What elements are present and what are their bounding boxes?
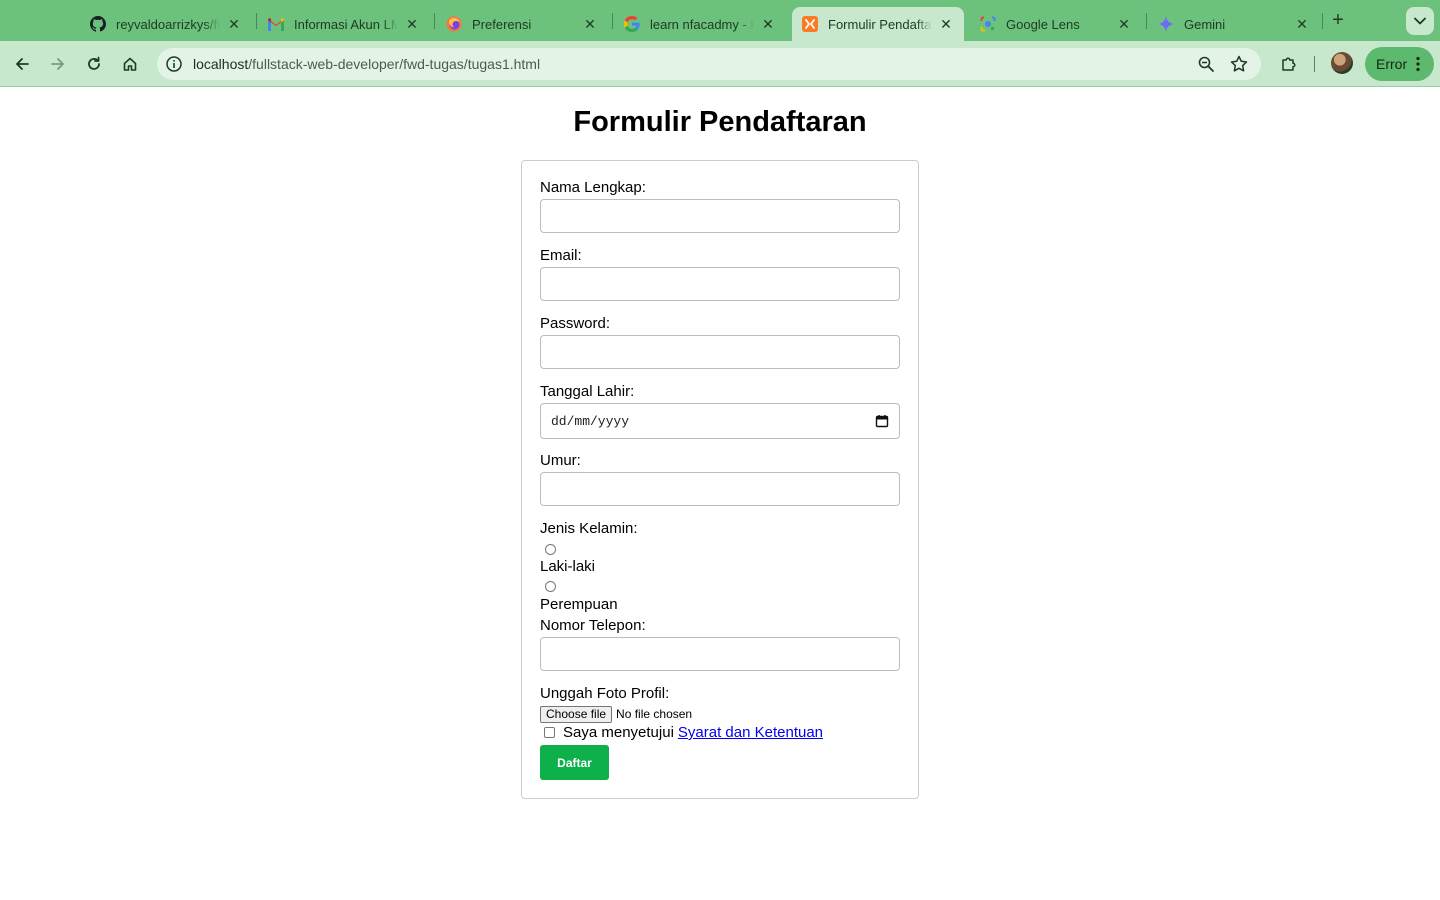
google-icon: [624, 16, 640, 32]
name-label: Nama Lengkap:: [540, 179, 646, 196]
tab-title: learn nfacadmy - P: [650, 16, 754, 32]
tab-title: Gemini: [1184, 16, 1226, 32]
photo-upload: Choose file No file chosen: [540, 705, 692, 723]
reload-icon: [88, 56, 100, 70]
gmail-icon: [268, 16, 284, 32]
tab-formulir-pendaftaran[interactable]: Formulir Pendaftaran ✕: [792, 7, 964, 41]
firefox-icon: [446, 16, 462, 32]
name-field[interactable]: [540, 199, 900, 233]
age-input[interactable]: [541, 473, 899, 505]
address-bar[interactable]: localhost/fullstack-web-developer/fwd-tu…: [157, 48, 1261, 80]
tab-separator: [612, 13, 613, 29]
gender-radio-female[interactable]: [545, 581, 556, 592]
tab-preferensi[interactable]: Preferensi ✕: [436, 7, 608, 41]
close-icon[interactable]: ✕: [582, 16, 598, 32]
github-icon: [90, 16, 106, 32]
terms-checkbox[interactable]: [544, 727, 555, 738]
email-label: Email:: [540, 247, 582, 264]
close-icon[interactable]: ✕: [404, 16, 420, 32]
site-info-icon[interactable]: [165, 55, 183, 73]
arrow-left-icon: [16, 58, 29, 70]
phone-input[interactable]: [541, 638, 899, 670]
tab-separator: [256, 13, 257, 29]
age-label: Umur:: [540, 452, 581, 469]
tab-title: reyvaldoarrizkys/fu: [116, 16, 220, 32]
calendar-icon[interactable]: [875, 414, 889, 428]
phone-label: Nomor Telepon:: [540, 617, 646, 634]
name-input[interactable]: [541, 200, 899, 232]
birthdate-placeholder: dd/mm/yyyy: [551, 413, 630, 429]
puzzle-icon: [1282, 57, 1296, 71]
tab-title: Preferensi: [472, 16, 532, 32]
terms-link[interactable]: Syarat dan Ketentuan: [678, 724, 823, 741]
submit-button[interactable]: Daftar: [540, 745, 609, 780]
password-field[interactable]: [540, 335, 900, 369]
profile-error-label: Error: [1376, 56, 1408, 72]
gender-label: Jenis Kelamin:: [540, 520, 638, 537]
new-tab-button[interactable]: +: [1326, 10, 1350, 32]
registration-form: Nama Lengkap: Email: Password: Tanggal L…: [521, 160, 919, 799]
gemini-icon: [1158, 16, 1174, 32]
address-url[interactable]: localhost/fullstack-web-developer/fwd-tu…: [193, 56, 540, 72]
tab-google-lens[interactable]: Google Lens ✕: [970, 7, 1142, 41]
close-icon[interactable]: ✕: [226, 16, 242, 32]
tab-strip: reyvaldoarrizkys/fu ✕ Informasi Akun LMS…: [0, 0, 1440, 41]
terms-agreement: Saya menyetujui Syarat dan Ketentuan: [544, 724, 823, 741]
profile-avatar[interactable]: [1331, 52, 1353, 74]
chevron-down-icon: [1414, 17, 1426, 25]
choose-file-button[interactable]: Choose file: [540, 705, 613, 723]
close-icon[interactable]: ✕: [1294, 16, 1310, 32]
tab-gmail[interactable]: Informasi Akun LMS ✕: [258, 7, 430, 41]
file-status: No file chosen: [616, 707, 693, 721]
close-icon[interactable]: ✕: [760, 16, 776, 32]
tab-gemini[interactable]: Gemini ✕: [1148, 7, 1320, 41]
bookmark-star-icon[interactable]: [1229, 54, 1249, 74]
browser-toolbar: localhost/fullstack-web-developer/fwd-tu…: [0, 41, 1440, 87]
email-field[interactable]: [540, 267, 900, 301]
tab-separator: [1322, 13, 1323, 29]
tab-title: Google Lens: [1006, 16, 1080, 32]
arrow-right-icon: [51, 58, 64, 70]
zoom-icon[interactable]: [1197, 55, 1215, 73]
forward-button[interactable]: [44, 50, 72, 78]
toolbar-divider: [1314, 56, 1315, 72]
gender-option-male: Laki-laki: [540, 558, 596, 575]
tab-title: Formulir Pendaftaran: [828, 16, 932, 32]
tab-separator: [1146, 13, 1147, 29]
tab-title: Informasi Akun LMS: [294, 16, 398, 32]
google-lens-icon: [980, 16, 996, 32]
close-icon[interactable]: ✕: [938, 16, 954, 32]
reload-button[interactable]: [80, 50, 108, 78]
tab-separator: [434, 13, 435, 29]
home-icon: [123, 57, 137, 71]
age-field[interactable]: [540, 472, 900, 506]
home-button[interactable]: [116, 50, 144, 78]
tab-search-button[interactable]: [1406, 7, 1434, 35]
phone-field[interactable]: [540, 637, 900, 671]
birthdate-label: Tanggal Lahir:: [540, 383, 635, 400]
photo-label: Unggah Foto Profil:: [540, 685, 670, 702]
password-label: Password:: [540, 315, 611, 332]
url-host: localhost: [193, 56, 249, 72]
url-path: /fullstack-web-developer/fwd-tugas/tugas…: [248, 56, 541, 72]
gender-radio-male[interactable]: [545, 544, 556, 555]
birthdate-field[interactable]: dd/mm/yyyy: [540, 403, 900, 439]
page-title: Formulir Pendaftaran: [573, 106, 867, 138]
tab-github[interactable]: reyvaldoarrizkys/fu ✕: [80, 7, 252, 41]
xampp-icon: [802, 16, 818, 32]
email-input[interactable]: [541, 268, 899, 300]
gender-option-female: Perempuan: [540, 596, 618, 613]
more-vert-icon: [1416, 56, 1420, 72]
page-content: Formulir Pendaftaran Nama Lengkap: Email…: [0, 88, 1440, 900]
terms-text: Saya menyetujui: [563, 724, 674, 741]
close-icon[interactable]: ✕: [1116, 16, 1132, 32]
profile-error-button[interactable]: Error: [1365, 47, 1434, 81]
back-button[interactable]: [8, 50, 36, 78]
tab-google-search[interactable]: learn nfacadmy - P ✕: [614, 7, 786, 41]
extensions-button[interactable]: [1275, 50, 1303, 78]
password-input[interactable]: [541, 336, 899, 368]
